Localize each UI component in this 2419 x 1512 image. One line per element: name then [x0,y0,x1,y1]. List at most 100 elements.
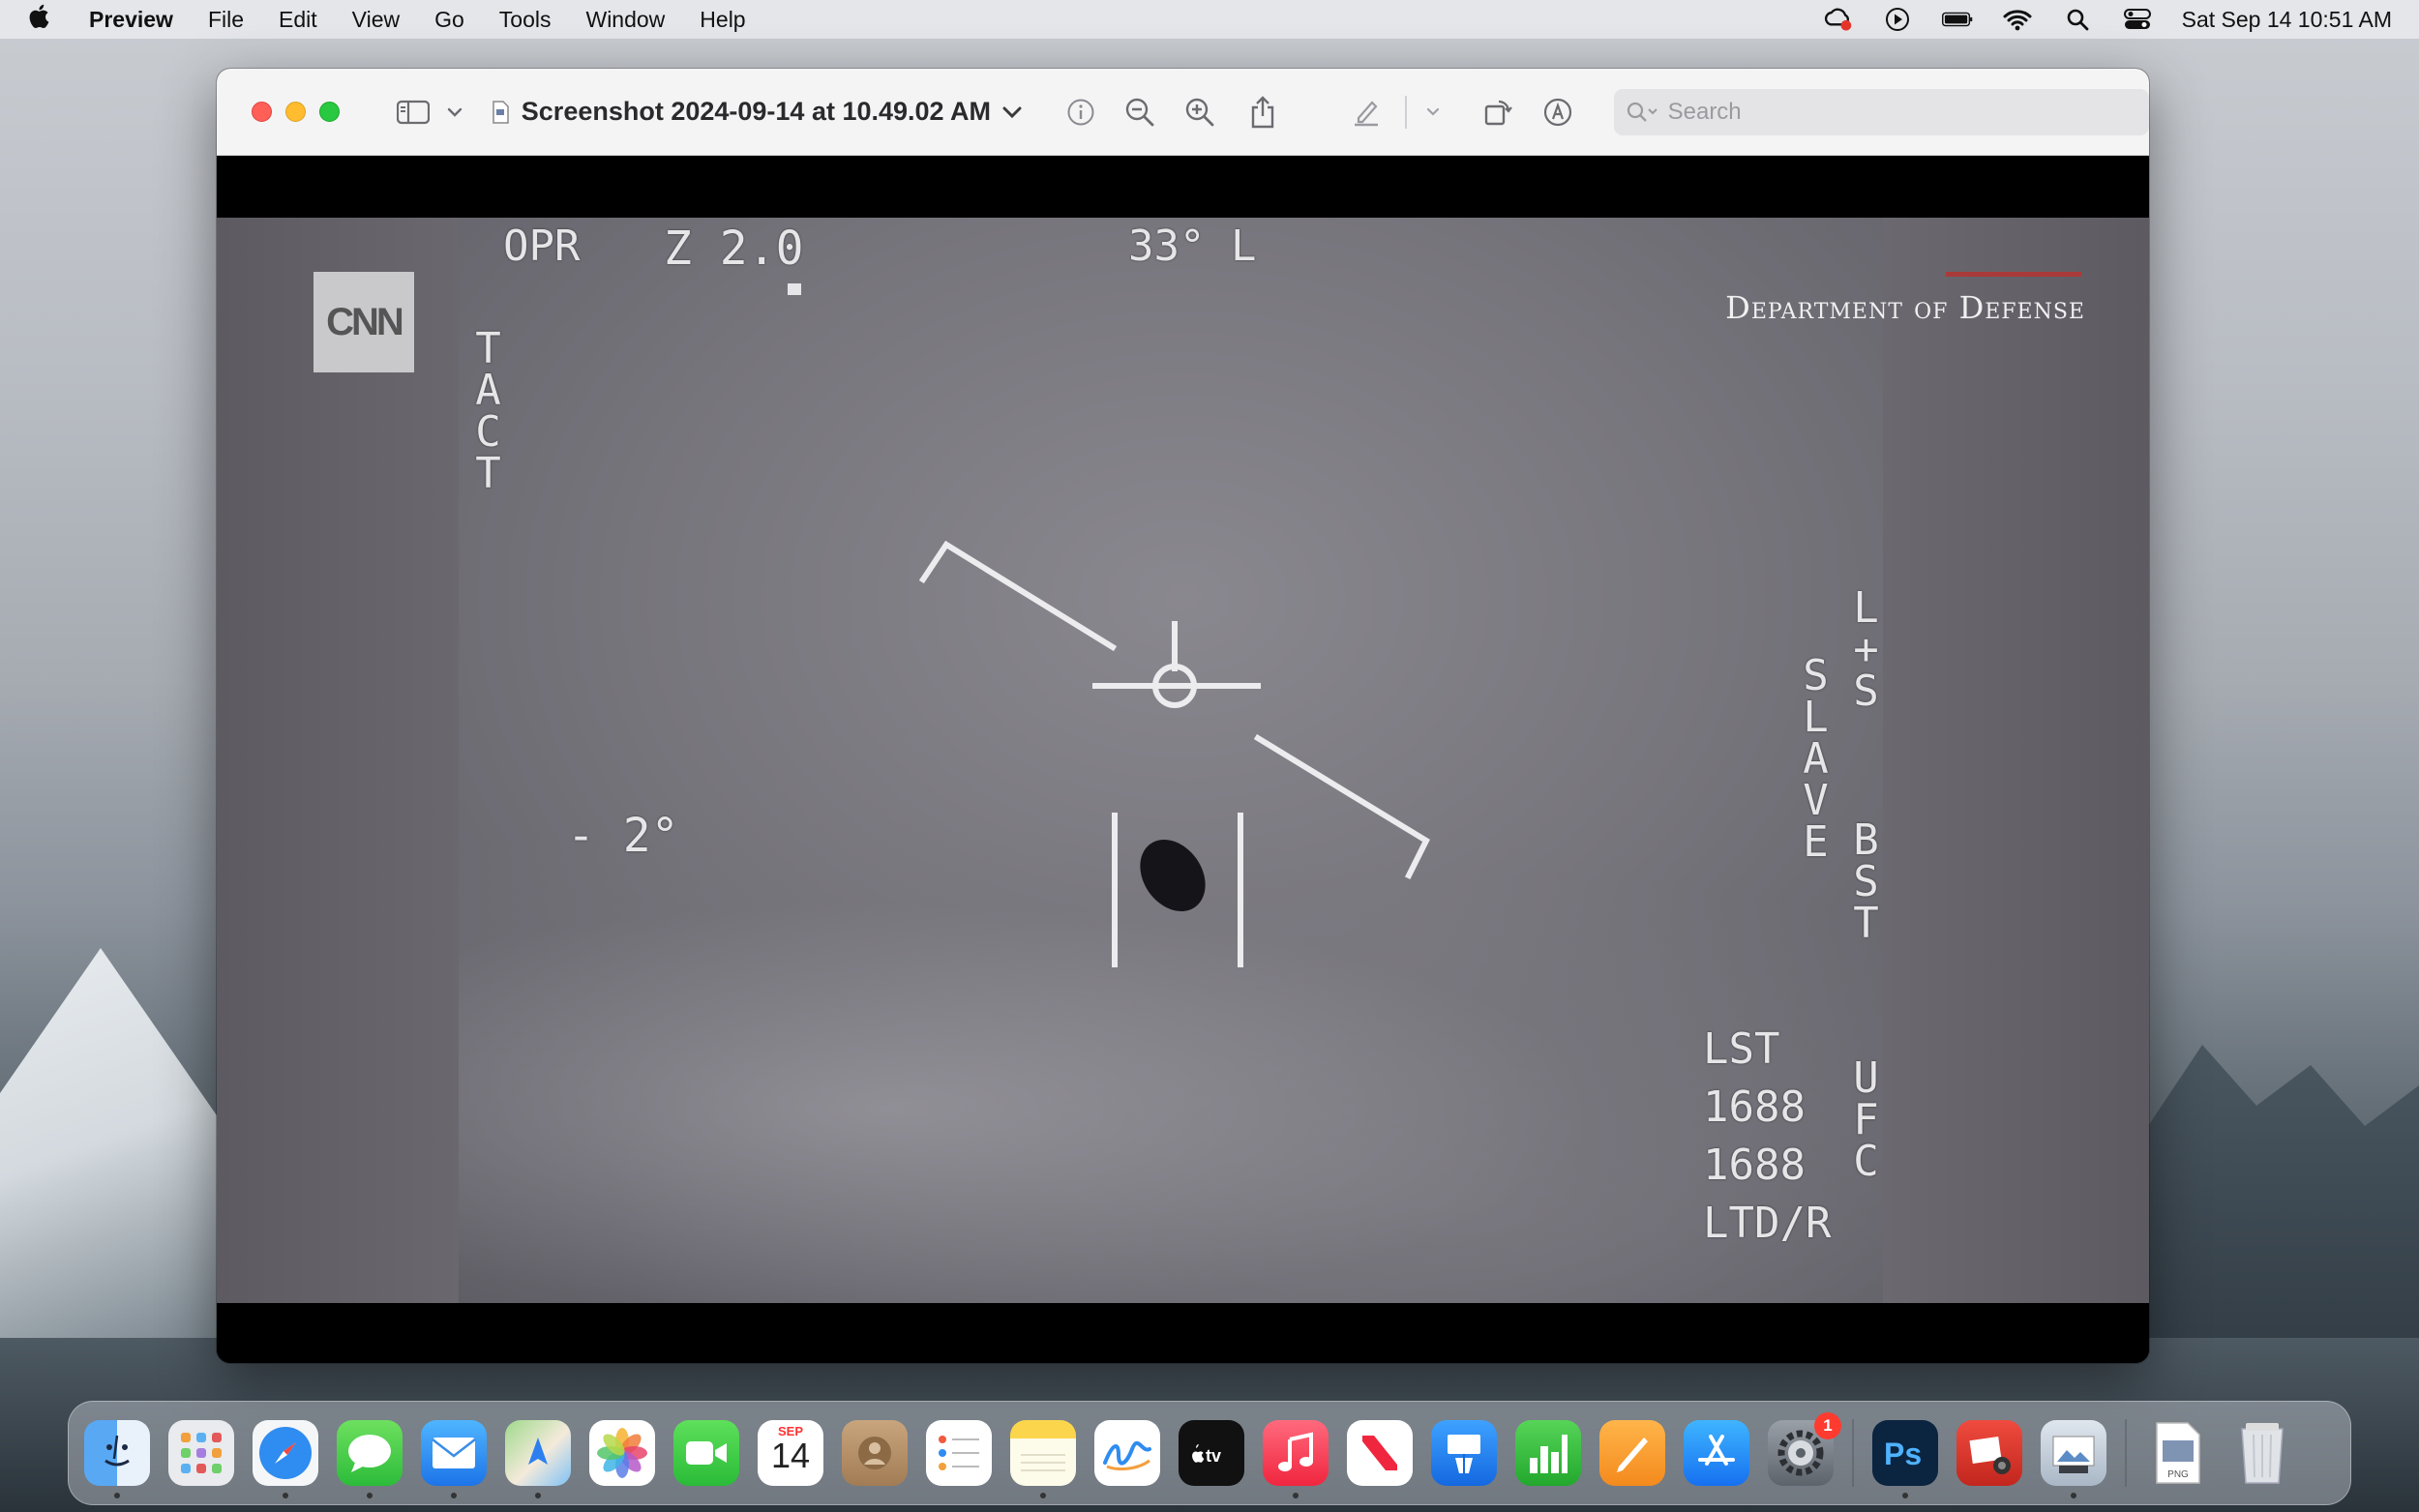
spotlight-search-icon[interactable] [2062,7,2093,32]
share-button[interactable] [1243,93,1281,132]
menu-app-name[interactable]: Preview [89,7,173,33]
dock-freeform[interactable] [1094,1420,1160,1486]
dock-maps[interactable] [505,1420,571,1498]
dock-system-settings[interactable]: 1 [1768,1412,1841,1486]
reticle-bracket-lower [1253,733,1430,880]
dock-preview[interactable] [2041,1420,2106,1498]
unidentified-object [1140,839,1206,912]
dock-photoshop[interactable]: Ps [1872,1420,1938,1498]
dock-calendar[interactable]: SEP 14 [758,1420,823,1486]
running-indicator [114,1493,120,1498]
dock-separator [2125,1419,2127,1487]
apple-menu-icon[interactable] [27,4,50,36]
menu-file[interactable]: File [208,7,244,33]
running-indicator [1293,1493,1299,1498]
minimize-button[interactable] [285,102,306,122]
podium-icon [1448,1435,1480,1473]
menu-window[interactable]: Window [585,7,665,33]
sidebar-toggle-button[interactable] [384,93,443,132]
chevron-down-icon [447,107,462,117]
dock-trash[interactable] [2229,1420,2295,1486]
dock-photo-booth[interactable] [1956,1420,2022,1486]
dock-numbers[interactable] [1515,1420,1581,1486]
creative-cloud-icon[interactable] [1822,7,1853,32]
chevron-down-icon [1427,107,1440,116]
music-note-icon [1278,1432,1313,1471]
rotate-icon [1484,100,1512,125]
highlighter-icon [1355,100,1379,126]
title-menu-button[interactable] [1000,93,1024,132]
dock-reminders[interactable] [926,1420,992,1486]
dock-safari[interactable] [253,1420,318,1498]
zoom-button[interactable] [319,102,340,122]
flir-video-frame: CNN Department of Defense OPR Z 2.0 33° … [217,218,2149,1303]
dock-separator [1852,1419,1854,1487]
launchpad-icon [181,1433,222,1473]
menu-clock[interactable]: Sat Sep 14 10:51 AM [2182,7,2392,33]
sidebar-options-button[interactable] [443,93,466,132]
play-circle-icon[interactable] [1882,7,1913,32]
dock-contacts[interactable] [842,1420,908,1486]
menu-edit[interactable]: Edit [279,7,317,33]
svg-text:tv: tv [1206,1446,1221,1466]
dock-finder[interactable] [84,1420,150,1498]
wifi-icon[interactable] [2002,7,2033,32]
dock-app-store[interactable] [1684,1420,1749,1486]
chevron-down-icon [1002,106,1022,118]
window-toolbar: Screenshot 2024-09-14 at 10.49.02 AM Sea… [217,69,2149,156]
dock-png-file[interactable]: PNG [2145,1420,2211,1486]
trash-icon [2241,1423,2284,1484]
menu-bar: Preview File Edit View Go Tools Window H… [0,0,2419,39]
dock-pages[interactable] [1599,1420,1665,1486]
rotate-button[interactable] [1479,93,1517,132]
markup-icon [1543,98,1572,126]
running-indicator [367,1493,373,1498]
calendar-day: 14 [770,1436,811,1475]
zoom-out-button[interactable] [1121,93,1159,132]
document-icon [487,93,513,132]
toolbar-divider [1404,95,1407,129]
camera-icon [1969,1437,2011,1474]
sidebar-icon [397,100,431,124]
highlight-options-button[interactable] [1422,93,1446,132]
dock-photos[interactable] [589,1420,655,1486]
hud-marker [788,283,801,295]
search-icon [1627,102,1657,122]
zoom-out-icon [1126,98,1154,126]
notification-badge: 1 [1814,1412,1841,1439]
info-button[interactable] [1062,93,1100,132]
dock-messages[interactable] [337,1420,403,1498]
png-file-label: PNG [2167,1469,2189,1480]
reticle-bracket-upper [918,540,1118,652]
menu-view[interactable]: View [352,7,400,33]
document-title[interactable]: Screenshot 2024-09-14 at 10.49.02 AM [522,97,991,127]
dock-news[interactable] [1347,1420,1413,1486]
running-indicator [451,1493,457,1498]
search-field[interactable]: Search [1613,88,2149,135]
dock-music[interactable] [1263,1420,1329,1498]
menu-go[interactable]: Go [434,7,464,33]
person-icon [858,1437,891,1469]
apple-tv-icon: tv [1192,1444,1221,1466]
dock-keynote[interactable] [1431,1420,1497,1486]
preview-window: Screenshot 2024-09-14 at 10.49.02 AM Sea… [217,69,2149,1363]
control-center-icon[interactable] [2122,7,2153,32]
menu-help[interactable]: Help [700,7,745,33]
zoom-in-button[interactable] [1180,93,1218,132]
running-indicator [283,1493,288,1498]
dock-facetime[interactable] [673,1420,739,1486]
battery-icon[interactable] [1941,7,1973,32]
dock-launchpad[interactable] [168,1420,234,1486]
search-placeholder: Search [1667,98,1742,125]
menu-tools[interactable]: Tools [499,7,552,33]
dock-notes[interactable] [1010,1420,1076,1498]
bar-chart-icon [1530,1435,1568,1473]
image-canvas: CNN Department of Defense OPR Z 2.0 33° … [217,156,2149,1363]
markup-button[interactable] [1538,93,1576,132]
highlight-button[interactable] [1347,93,1385,132]
info-icon [1067,99,1094,125]
dock-mail[interactable] [421,1420,487,1498]
map-pin-icon [528,1438,548,1465]
close-button[interactable] [252,102,272,122]
dock-tv[interactable]: tv [1179,1420,1244,1486]
